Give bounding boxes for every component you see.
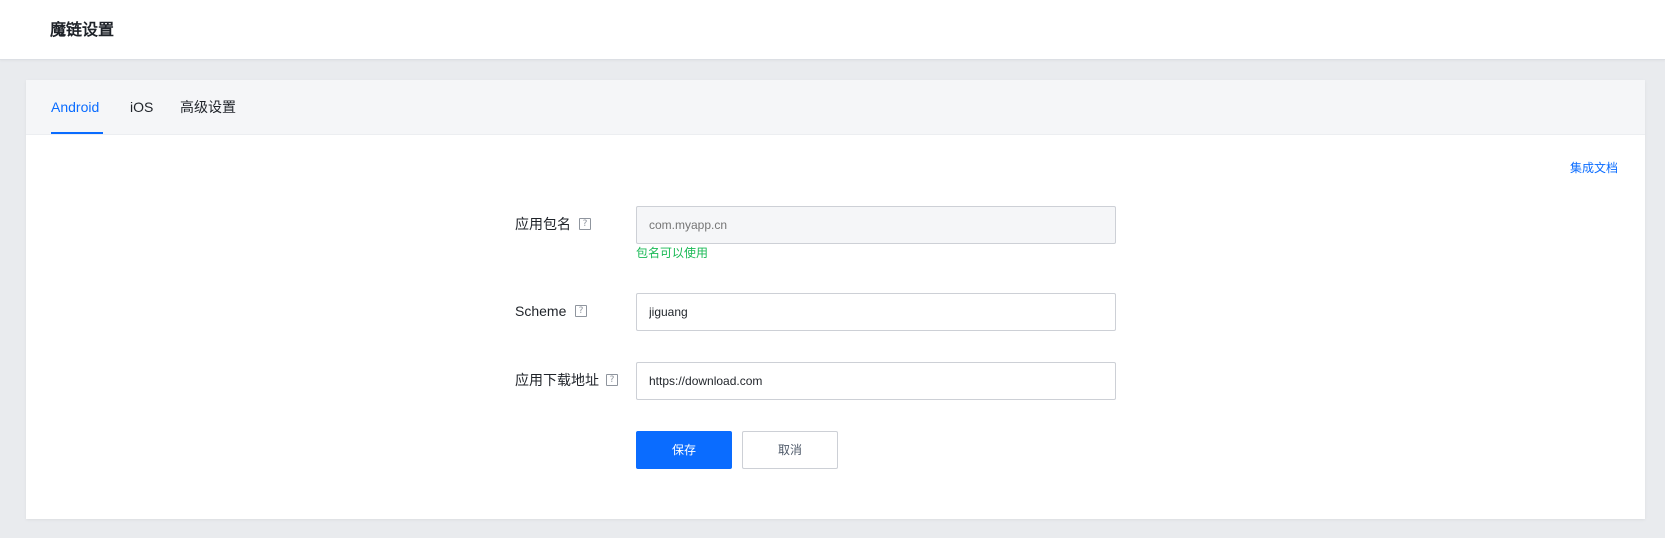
tab-android[interactable]: Android (51, 97, 99, 117)
scheme-help-icon[interactable]: ? (575, 305, 587, 317)
tab-advanced-settings[interactable]: 高级设置 (180, 97, 236, 117)
tab-bar: Android iOS 高级设置 (26, 80, 1645, 135)
cancel-button[interactable]: 取消 (742, 431, 838, 469)
download-url-input[interactable] (636, 362, 1116, 400)
scheme-label: Scheme (515, 303, 567, 319)
integration-docs-link[interactable]: 集成文档 (1570, 160, 1618, 176)
save-button[interactable]: 保存 (636, 431, 732, 469)
page-title: 魔链设置 (50, 22, 115, 39)
package-name-label: 应用包名 (515, 216, 571, 232)
tab-ios[interactable]: iOS (130, 97, 153, 117)
top-header: 魔链设置 (0, 0, 1665, 60)
scheme-input[interactable] (636, 293, 1116, 331)
package-name-status: 包名可以使用 (636, 246, 709, 260)
download-url-help-icon[interactable]: ? (606, 374, 618, 386)
settings-card: Android iOS 高级设置 集成文档 应用包名 ? 包名可以使用 Sche… (26, 80, 1645, 519)
package-name-help-icon[interactable]: ? (579, 218, 591, 230)
download-url-label: 应用下载地址 (515, 372, 599, 388)
package-name-input[interactable] (636, 206, 1116, 244)
active-tab-indicator (51, 132, 103, 134)
